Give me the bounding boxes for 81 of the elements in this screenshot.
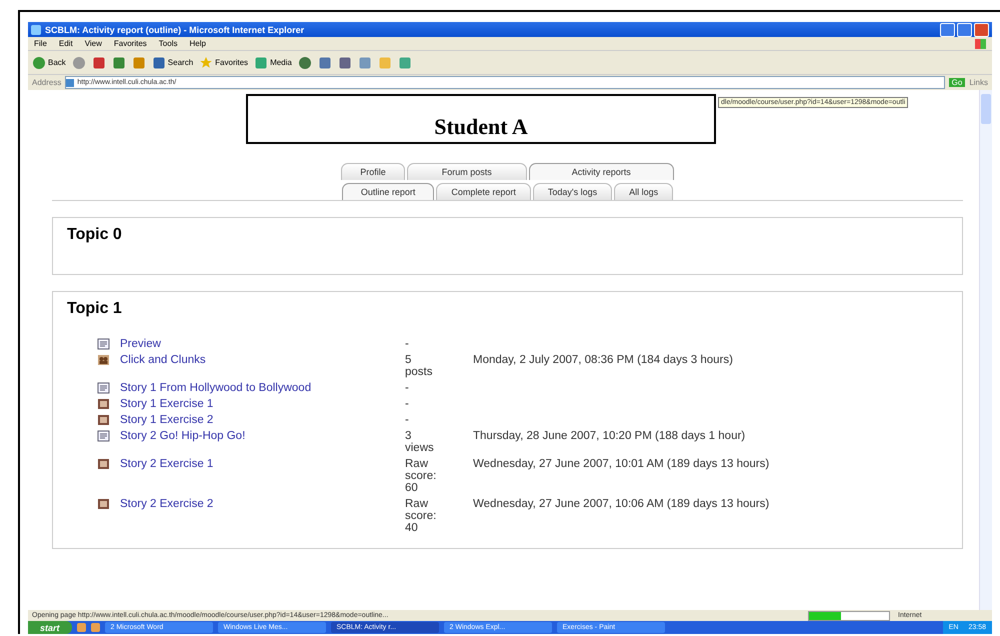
- toolbar-button[interactable]: Media: [254, 56, 292, 70]
- toolbar-button[interactable]: Search: [152, 56, 194, 70]
- close-button[interactable]: [974, 22, 989, 36]
- last-access-date: Wednesday, 27 June 2007, 10:01 AM (189 days 13 hours): [473, 458, 770, 470]
- tab[interactable]: Outline report: [342, 183, 434, 200]
- square-icon: [132, 56, 146, 70]
- toolbar-button[interactable]: Favorites: [199, 56, 248, 70]
- document-icon: [97, 382, 110, 394]
- square-icon: [338, 56, 352, 70]
- toolbar-button[interactable]: [338, 56, 352, 70]
- menu-item[interactable]: File: [34, 39, 47, 48]
- last-access-date: Thursday, 28 June 2007, 10:20 PM (188 days 1 hour): [473, 430, 746, 442]
- topic-title: Topic 1: [67, 300, 123, 318]
- maximize-button[interactable]: [957, 22, 972, 36]
- tab[interactable]: Today's logs: [532, 183, 612, 200]
- activity-link[interactable]: Story 1 From Hollywood to Bollywood: [120, 382, 312, 394]
- picture-icon: [97, 498, 110, 510]
- activity-link[interactable]: Story 2 Exercise 2: [120, 498, 214, 510]
- activity-count: Raw score: 60: [405, 458, 438, 494]
- activity-count: 3 views: [405, 430, 435, 454]
- circle-icon: [72, 56, 86, 70]
- windows-logo-icon: [975, 38, 986, 48]
- toolbar-button[interactable]: [92, 56, 106, 70]
- scrollbar[interactable]: [979, 90, 992, 610]
- square-icon: [398, 56, 412, 70]
- people-icon: [97, 354, 110, 366]
- menu-item[interactable]: Favorites: [114, 39, 147, 48]
- activity-count: 5 posts: [405, 354, 434, 378]
- picture-icon: [97, 398, 110, 410]
- start-button[interactable]: start: [28, 621, 72, 634]
- circle-icon: [298, 56, 312, 70]
- browser-icon: [31, 24, 41, 34]
- square-icon: [152, 56, 166, 70]
- activity-link[interactable]: Story 2 Exercise 1: [120, 458, 214, 470]
- tab[interactable]: Activity reports: [528, 163, 674, 180]
- square-icon: [92, 56, 106, 70]
- activity-link[interactable]: Story 1 Exercise 2: [120, 414, 214, 426]
- last-access-date: Wednesday, 27 June 2007, 10:06 AM (189 days 13 hours): [473, 498, 770, 510]
- address-label: Address: [32, 78, 62, 87]
- toolbar-button[interactable]: [358, 56, 372, 70]
- activity-link[interactable]: Preview: [120, 338, 161, 350]
- star-icon: [199, 56, 214, 70]
- toolbar-button[interactable]: [112, 56, 126, 70]
- tab[interactable]: Forum posts: [406, 163, 527, 180]
- square-icon: [378, 56, 392, 70]
- square-icon: [318, 56, 332, 70]
- activity-count: -: [405, 414, 410, 426]
- activity-link[interactable]: Story 2 Go! Hip-Hop Go!: [120, 430, 246, 442]
- window-title: SCBLM: Activity report (outline) - Microsoft Internet Explorer: [45, 24, 306, 34]
- activity-link[interactable]: Click and Clunks: [120, 354, 206, 366]
- minimize-button[interactable]: [940, 22, 955, 36]
- topic-title: Topic 0: [67, 226, 123, 244]
- toolbar-button[interactable]: [72, 56, 86, 70]
- menu-item[interactable]: View: [84, 39, 102, 48]
- last-access-date: Monday, 2 July 2007, 08:36 PM (184 days 3 hours): [473, 354, 733, 366]
- activity-count: -: [405, 382, 410, 394]
- student-label: Student A: [246, 94, 716, 144]
- menu-item[interactable]: Help: [189, 39, 206, 48]
- picture-icon: [97, 414, 110, 426]
- tab[interactable]: Profile: [341, 163, 405, 180]
- toolbar-button[interactable]: [298, 56, 312, 70]
- menu-item[interactable]: Tools: [158, 39, 178, 48]
- square-icon: [254, 56, 268, 70]
- menu-item[interactable]: Edit: [58, 39, 73, 48]
- picture-icon: [97, 458, 110, 470]
- document-icon: [97, 338, 110, 350]
- activity-link[interactable]: Story 1 Exercise 1: [120, 398, 214, 410]
- toolbar-button[interactable]: Back: [32, 56, 66, 70]
- toolbar-button[interactable]: [398, 56, 412, 70]
- links-label[interactable]: Links: [969, 78, 988, 87]
- activity-count: -: [405, 338, 410, 350]
- toolbar-button[interactable]: [318, 56, 332, 70]
- tab[interactable]: All logs: [614, 183, 674, 200]
- tab[interactable]: Complete report: [436, 183, 531, 200]
- activity-count: Raw score: 40: [405, 498, 438, 534]
- toolbar-button[interactable]: [132, 56, 146, 70]
- document-icon: [97, 430, 110, 442]
- circle-icon: [32, 56, 46, 70]
- activity-count: -: [405, 398, 410, 410]
- square-icon: [358, 56, 372, 70]
- square-icon: [112, 56, 126, 70]
